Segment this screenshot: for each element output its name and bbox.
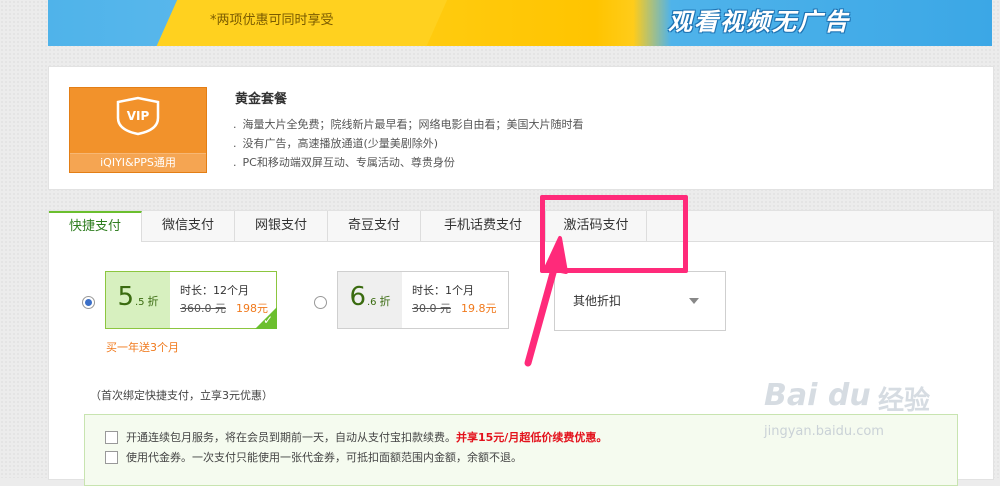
- watermark-url: jingyan.baidu.com: [764, 424, 884, 439]
- watermark-brand: Bai du: [764, 378, 871, 413]
- watermark-cn: 经验: [878, 386, 931, 416]
- baidu-watermark: Bai du 经验 jingyan.baidu.com: [756, 370, 976, 460]
